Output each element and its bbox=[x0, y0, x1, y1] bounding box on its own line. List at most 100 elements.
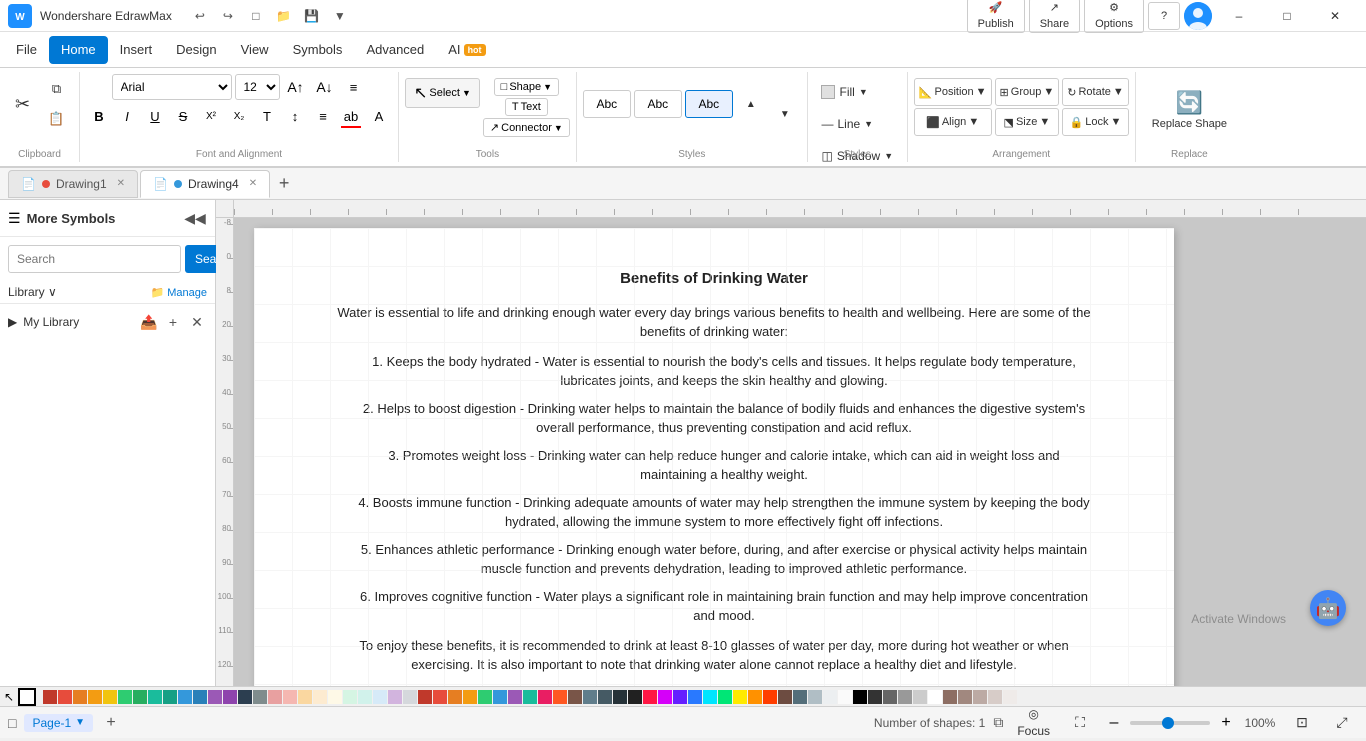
connector-tool[interactable]: ↗ Connector ▼ bbox=[483, 118, 570, 137]
color-swatch[interactable] bbox=[388, 690, 402, 704]
color-swatch[interactable] bbox=[178, 690, 192, 704]
new-btn[interactable]: □ bbox=[244, 4, 268, 28]
new-tab-btn[interactable]: + bbox=[272, 172, 296, 196]
rotate-btn[interactable]: ↻ Rotate ▼ bbox=[1062, 78, 1129, 106]
color-swatch[interactable] bbox=[403, 690, 417, 704]
color-swatch[interactable] bbox=[823, 690, 837, 704]
color-swatch[interactable] bbox=[553, 690, 567, 704]
color-swatch[interactable] bbox=[43, 690, 57, 704]
text-highlight-btn[interactable]: A bbox=[366, 103, 392, 129]
page-tab-1[interactable]: Page-1 ▼ bbox=[24, 714, 93, 732]
color-swatch[interactable] bbox=[448, 690, 462, 704]
font-color-btn[interactable]: ab bbox=[338, 103, 364, 129]
tab-close-drawing1[interactable]: ✕ bbox=[117, 178, 125, 189]
color-swatch[interactable] bbox=[223, 690, 237, 704]
fullscreen-expand-btn[interactable]: ⤢ bbox=[1326, 709, 1358, 737]
library-remove-btn[interactable]: ✕ bbox=[187, 312, 207, 332]
color-swatch[interactable] bbox=[673, 690, 687, 704]
color-swatch[interactable] bbox=[733, 690, 747, 704]
menu-view[interactable]: View bbox=[229, 36, 281, 64]
color-swatch[interactable] bbox=[508, 690, 522, 704]
position-btn[interactable]: 📐 Position ▼ bbox=[914, 78, 992, 106]
font-family-select[interactable]: Arial bbox=[112, 74, 232, 100]
color-swatch[interactable] bbox=[88, 690, 102, 704]
fit-page-btn[interactable]: ⊡ bbox=[1286, 709, 1318, 737]
align-btn[interactable]: ≡ bbox=[341, 74, 367, 100]
styles-scroll-up[interactable]: ▲ bbox=[735, 90, 767, 118]
color-swatch[interactable] bbox=[493, 690, 507, 704]
menu-ai[interactable]: AI hot bbox=[436, 36, 497, 64]
menu-design[interactable]: Design bbox=[164, 36, 228, 64]
color-swatch[interactable] bbox=[973, 690, 987, 704]
customize-btn[interactable]: ▼ bbox=[328, 4, 352, 28]
font-increase-btn[interactable]: A↑ bbox=[283, 74, 309, 100]
color-swatch[interactable] bbox=[598, 690, 612, 704]
color-swatch[interactable] bbox=[658, 690, 672, 704]
maximize-btn[interactable]: □ bbox=[1264, 0, 1310, 32]
copy-btn[interactable]: ⧉ bbox=[41, 75, 73, 103]
subscript-btn[interactable]: X₂ bbox=[226, 103, 252, 129]
options-btn[interactable]: ⚙Options bbox=[1084, 0, 1144, 33]
library-add-btn[interactable]: + bbox=[163, 312, 183, 332]
color-swatch[interactable] bbox=[208, 690, 222, 704]
menu-insert[interactable]: Insert bbox=[108, 36, 165, 64]
color-swatch[interactable] bbox=[853, 690, 867, 704]
color-swatch[interactable] bbox=[943, 690, 957, 704]
color-swatch[interactable] bbox=[613, 690, 627, 704]
undo-btn[interactable]: ↩ bbox=[188, 4, 212, 28]
color-swatch[interactable] bbox=[268, 690, 282, 704]
color-swatch[interactable] bbox=[148, 690, 162, 704]
color-swatch[interactable] bbox=[793, 690, 807, 704]
color-swatch[interactable] bbox=[463, 690, 477, 704]
color-swatch[interactable] bbox=[343, 690, 357, 704]
search-input[interactable] bbox=[8, 245, 181, 273]
text-tool[interactable]: T Text bbox=[505, 98, 548, 116]
color-swatch[interactable] bbox=[748, 690, 762, 704]
bold-btn[interactable]: B bbox=[86, 103, 112, 129]
font-size-select[interactable]: 12 bbox=[235, 74, 280, 100]
color-swatch[interactable] bbox=[988, 690, 1002, 704]
size-btn[interactable]: ⬔ Size ▼ bbox=[995, 108, 1060, 136]
paste-btn[interactable]: 📋 bbox=[41, 105, 73, 133]
color-swatch[interactable] bbox=[538, 690, 552, 704]
color-swatch[interactable] bbox=[358, 690, 372, 704]
color-swatch[interactable] bbox=[808, 690, 822, 704]
color-swatch[interactable] bbox=[298, 690, 312, 704]
style-btn-2[interactable]: Abc bbox=[634, 90, 682, 118]
superscript-btn[interactable]: X² bbox=[198, 103, 224, 129]
tab-drawing4[interactable]: 📄 Drawing4 ✕ bbox=[140, 170, 270, 198]
color-swatch[interactable] bbox=[253, 690, 267, 704]
color-swatch[interactable] bbox=[628, 690, 642, 704]
zoom-slider[interactable] bbox=[1130, 721, 1210, 725]
shape-tool[interactable]: □ Shape ▼ bbox=[494, 78, 559, 96]
replace-shape-btn[interactable]: 🔄 Replace Shape bbox=[1142, 74, 1237, 144]
color-swatch[interactable] bbox=[898, 690, 912, 704]
canvas[interactable]: Benefits of Drinking Water Water is esse… bbox=[234, 218, 1366, 686]
font-decrease-btn[interactable]: A↓ bbox=[312, 74, 338, 100]
color-swatch[interactable] bbox=[433, 690, 447, 704]
tab-drawing1[interactable]: 📄 Drawing1 ✕ bbox=[8, 170, 138, 198]
current-fill-color[interactable] bbox=[18, 688, 36, 706]
color-swatch[interactable] bbox=[313, 690, 327, 704]
color-swatch[interactable] bbox=[58, 690, 72, 704]
cut-btn[interactable]: ✂ bbox=[7, 90, 39, 118]
color-swatch[interactable] bbox=[163, 690, 177, 704]
lock-btn[interactable]: 🔒 Lock ▼ bbox=[1062, 108, 1129, 136]
color-swatch[interactable] bbox=[238, 690, 252, 704]
style-btn-3[interactable]: Abc bbox=[685, 90, 733, 118]
color-swatch[interactable] bbox=[883, 690, 897, 704]
close-btn[interactable]: ✕ bbox=[1312, 0, 1358, 32]
library-export-btn[interactable]: 📤 bbox=[139, 312, 159, 332]
list-btn[interactable]: ≡ bbox=[310, 103, 336, 129]
color-swatch[interactable] bbox=[1003, 690, 1017, 704]
strikethrough-btn[interactable]: S bbox=[170, 103, 196, 129]
color-swatch[interactable] bbox=[958, 690, 972, 704]
color-swatch[interactable] bbox=[73, 690, 87, 704]
color-swatch[interactable] bbox=[928, 690, 942, 704]
group-btn[interactable]: ⊞ Group ▼ bbox=[995, 78, 1060, 106]
menu-advanced[interactable]: Advanced bbox=[354, 36, 436, 64]
user-avatar[interactable] bbox=[1184, 2, 1212, 30]
color-swatch[interactable] bbox=[478, 690, 492, 704]
open-btn[interactable]: 📁 bbox=[272, 4, 296, 28]
color-swatch[interactable] bbox=[118, 690, 132, 704]
